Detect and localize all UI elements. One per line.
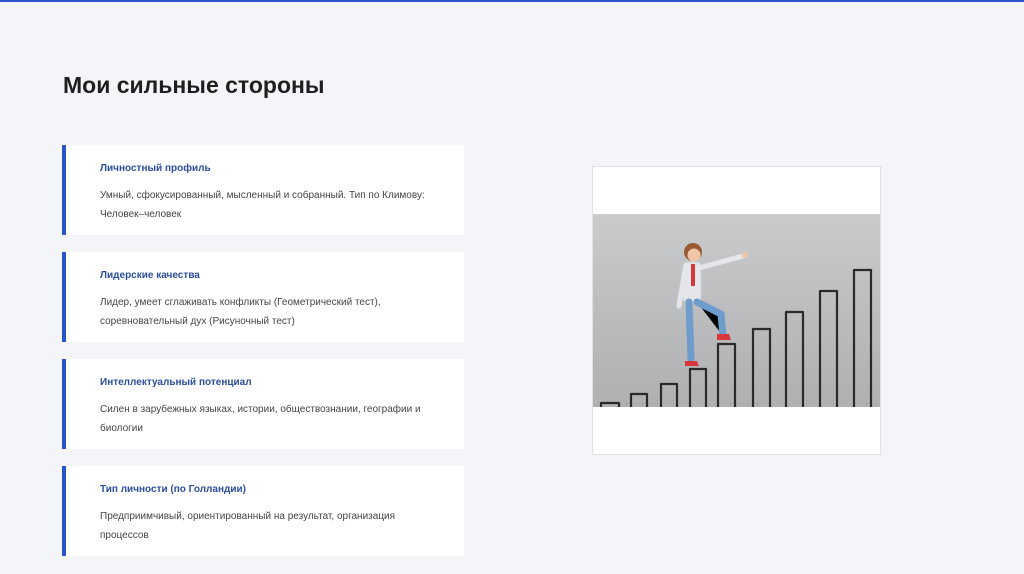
card-title: Тип личности (по Голландии): [100, 484, 246, 495]
photo-frame: [592, 166, 881, 455]
card-personality-type: Тип личности (по Голландии) Предприимчив…: [62, 466, 464, 556]
card-text: Умный, сфокусированный, мысленный и собр…: [100, 190, 425, 220]
photo-illustration: [599, 243, 873, 407]
card-title: Интеллектуальный потенциал: [100, 377, 252, 388]
card-personal-profile: Личностный профиль Умный, сфокусированны…: [62, 145, 464, 235]
card-text: Силен в зарубежных языках, истории, обще…: [100, 404, 421, 434]
strengths-list: Личностный профиль Умный, сфокусированны…: [62, 145, 464, 573]
card-title: Лидерские качества: [100, 270, 200, 281]
child-figure: [676, 243, 748, 366]
card-leadership: Лидерские качества Лидер, умеет сглажива…: [62, 252, 464, 342]
top-accent-line: [0, 0, 1024, 2]
slide-title: Мои сильные стороны: [63, 72, 325, 98]
card-text: Лидер, умеет сглаживать конфликты (Геоме…: [100, 297, 381, 327]
photo-child-climbing-bar-chart: [593, 214, 880, 407]
card-intellect: Интеллектуальный потенциал Силен в заруб…: [62, 359, 464, 449]
card-text: Предприимчивый, ориентированный на резул…: [100, 511, 396, 541]
card-title: Личностный профиль: [100, 163, 211, 174]
